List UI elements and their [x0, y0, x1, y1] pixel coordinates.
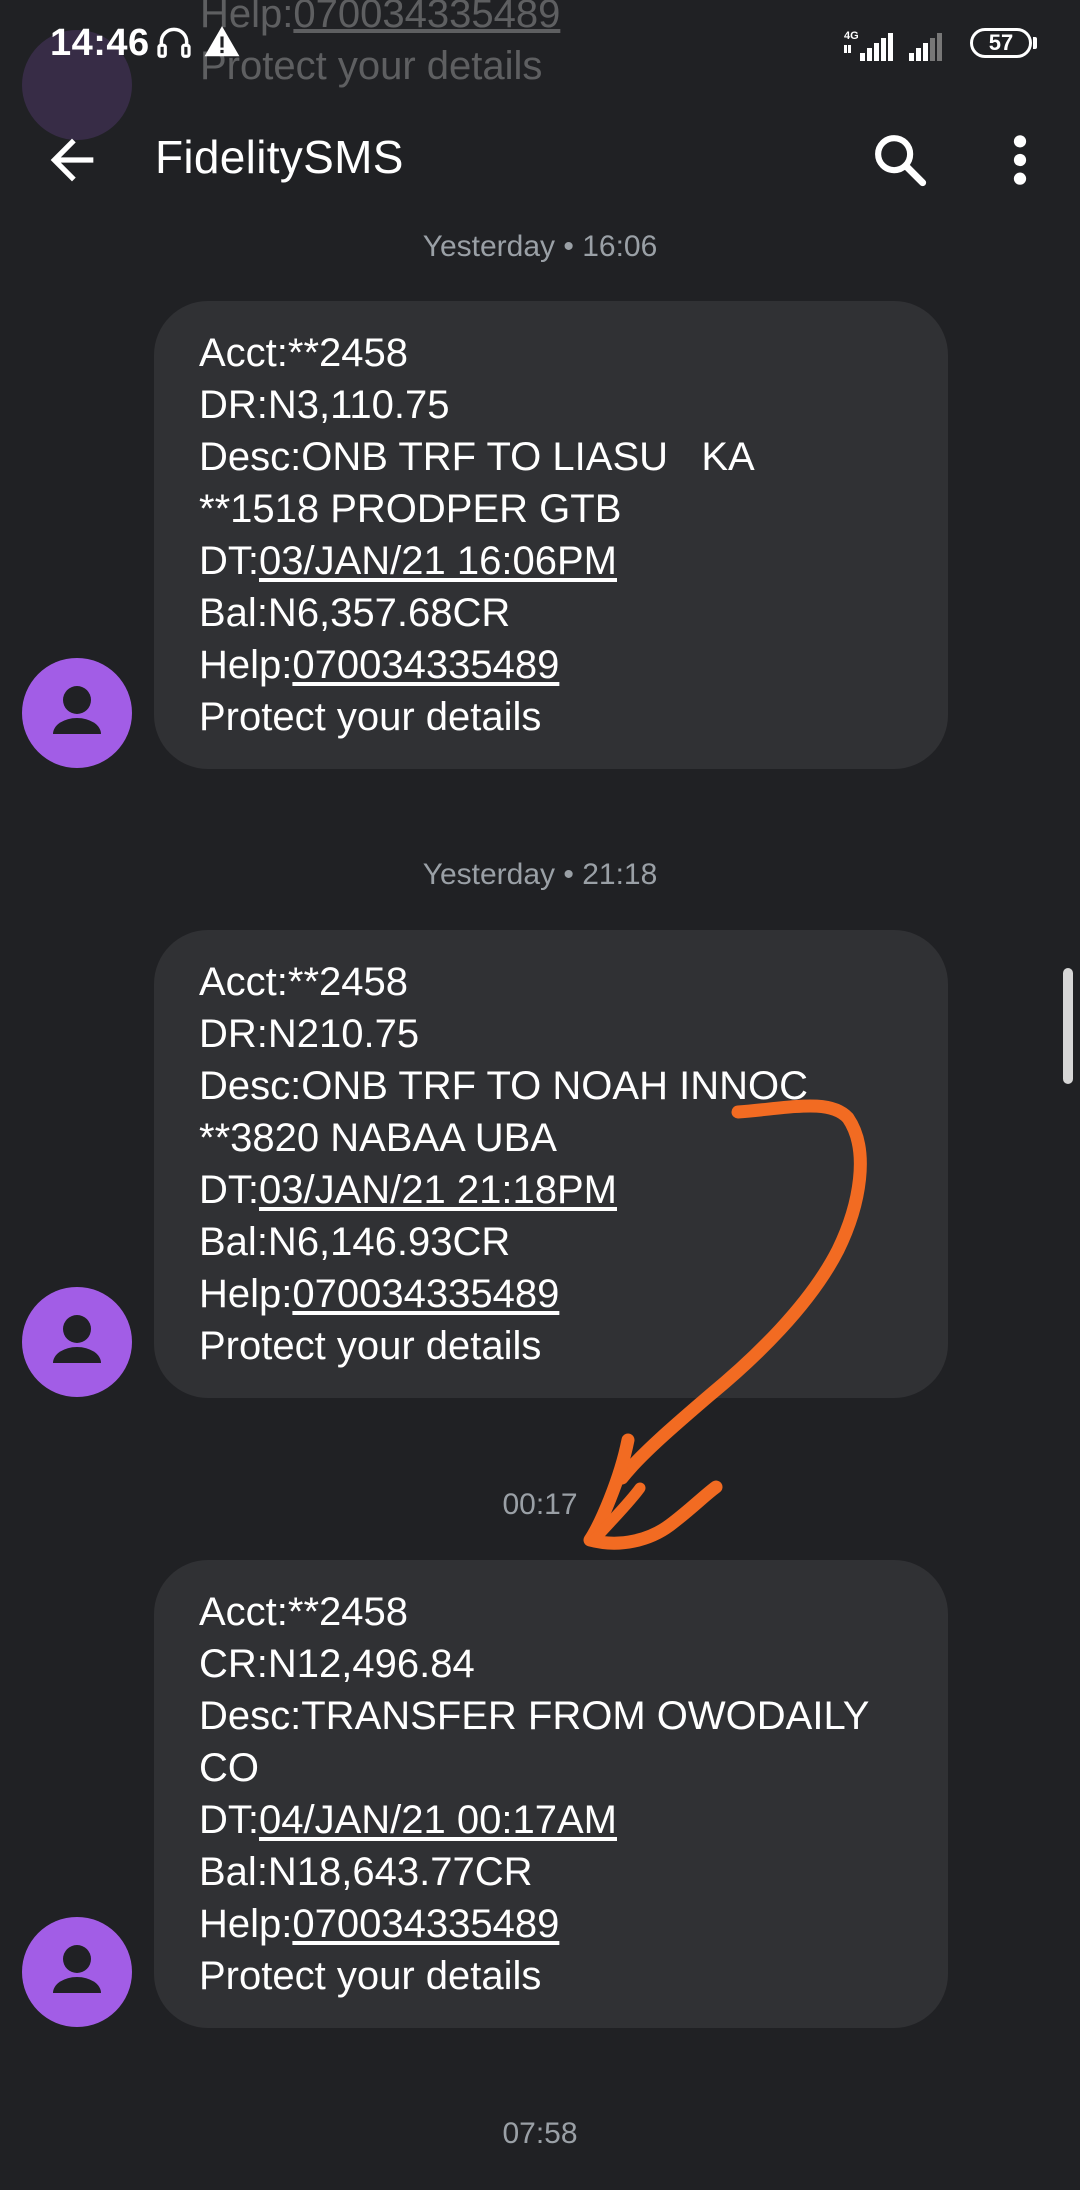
message-acct: Acct:**2458: [199, 1590, 409, 1634]
message-balance: Bal:N6,357.68CR: [199, 591, 511, 635]
message-acct: Acct:**2458: [199, 331, 409, 375]
message-balance: Bal:N18,643.77CR: [199, 1850, 533, 1894]
date-link[interactable]: 04/JAN/21 00:17AM: [259, 1798, 617, 1842]
message-timestamp: Yesterday • 21:18: [422, 858, 658, 891]
message-bubble[interactable]: Acct:**2458 DR:N210.75 Desc:ONB TRF TO N…: [154, 930, 948, 1398]
battery-icon: 57: [970, 28, 1032, 58]
message-date: DT:03/JAN/21 16:06PM: [199, 539, 617, 583]
message-timestamp: Yesterday • 16:06: [422, 230, 658, 263]
message-desc: Desc:ONB TRF TO NOAH INNOC: [199, 1064, 808, 1108]
message-timestamp: 07:58: [502, 2117, 578, 2150]
battery-tip: [1033, 37, 1037, 49]
message-help: Help:070034335489: [199, 643, 560, 687]
date-link[interactable]: 03/JAN/21 21:18PM: [259, 1168, 617, 1212]
message-timestamp: 00:17: [502, 1488, 578, 1521]
signal-icon-2: [907, 26, 953, 66]
phone-link[interactable]: 070034335489: [292, 643, 559, 687]
app-bar: FidelitySMS: [0, 110, 1080, 210]
search-icon[interactable]: [868, 128, 932, 192]
message-amount: DR:N3,110.75: [199, 383, 450, 427]
message-date: DT:04/JAN/21 00:17AM: [199, 1798, 617, 1842]
conversation-title: FidelitySMS: [155, 131, 404, 183]
message-acct: Acct:**2458: [199, 960, 409, 1004]
message-footer: Protect your details: [199, 1324, 542, 1368]
scrollbar-thumb[interactable]: [1063, 968, 1073, 1084]
back-arrow-icon[interactable]: [40, 128, 104, 192]
message-desc: Desc:TRANSFER FROM OWODAILY: [199, 1694, 870, 1738]
message-desc-cont: **1518 PRODPER GTB: [199, 487, 622, 531]
message-balance: Bal:N6,146.93CR: [199, 1220, 511, 1264]
phone-link[interactable]: 070034335489: [292, 1272, 559, 1316]
avatar[interactable]: [22, 658, 132, 768]
more-vert-icon[interactable]: [1000, 128, 1040, 192]
headphones-icon: [155, 22, 193, 62]
message-desc-cont: CO: [199, 1746, 259, 1790]
phone-link[interactable]: 070034335489: [292, 1902, 559, 1946]
message-help: Help:070034335489: [199, 1272, 560, 1316]
avatar[interactable]: [22, 1287, 132, 1397]
status-bar: 14:46 4G 57: [0, 0, 1080, 90]
message-date: DT:03/JAN/21 21:18PM: [199, 1168, 617, 1212]
network-type-label: 4G: [844, 30, 859, 42]
status-time: 14:46: [50, 22, 150, 64]
avatar[interactable]: [22, 1917, 132, 2027]
alert-icon: [203, 22, 241, 62]
message-desc-cont: **3820 NABAA UBA: [199, 1116, 557, 1160]
message-amount: DR:N210.75: [199, 1012, 420, 1056]
signal-icon-1: 4G: [838, 26, 898, 66]
message-footer: Protect your details: [199, 695, 542, 739]
message-bubble[interactable]: Acct:**2458 CR:N12,496.84 Desc:TRANSFER …: [154, 1560, 948, 2028]
message-bubble[interactable]: Acct:**2458 DR:N3,110.75 Desc:ONB TRF TO…: [154, 301, 948, 769]
date-link[interactable]: 03/JAN/21 16:06PM: [259, 539, 617, 583]
message-desc: Desc:ONB TRF TO LIASU KA: [199, 435, 755, 479]
message-help: Help:070034335489: [199, 1902, 560, 1946]
message-footer: Protect your details: [199, 1954, 542, 1998]
message-amount: CR:N12,496.84: [199, 1642, 475, 1686]
sms-conversation-screen: Help:070034335489 Protect your details 1…: [0, 0, 1080, 2190]
